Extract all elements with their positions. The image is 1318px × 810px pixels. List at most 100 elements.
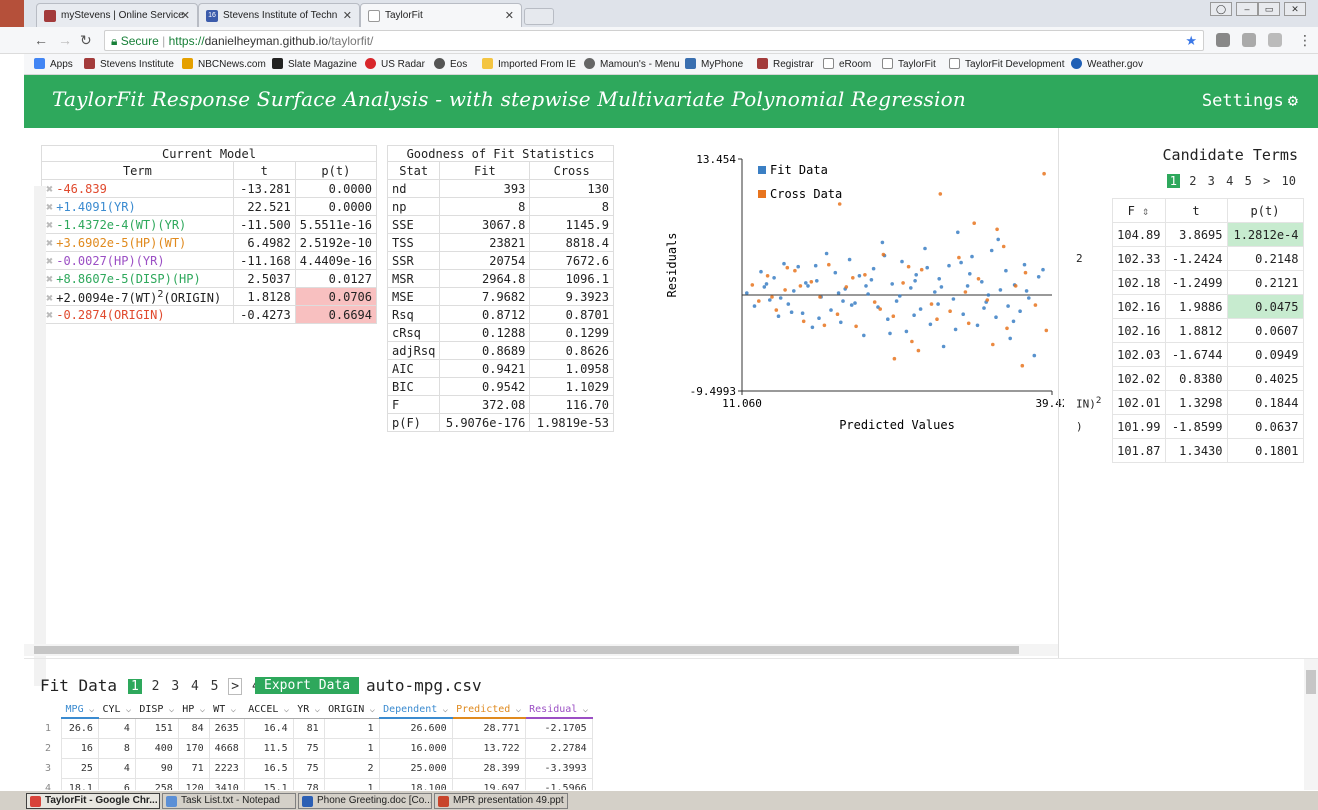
tab-taylorfit[interactable]: TaylorFit ✕ <box>360 3 522 27</box>
remove-term-icon[interactable]: ✖ <box>46 218 53 232</box>
candidate-row[interactable]: ) 101.99 -1.8599 0.0637 <box>1076 414 1304 439</box>
data-column-header[interactable]: Residual ⌵ <box>525 702 593 719</box>
candidate-term-cell[interactable]: IN)2 <box>1076 391 1112 415</box>
remove-term-icon[interactable]: ✖ <box>46 272 53 286</box>
page-1-button[interactable]: 1 <box>128 679 142 694</box>
url-bar[interactable]: 🔒︎ Secure | https://danielheyman.github.… <box>104 30 1204 51</box>
remove-term-icon[interactable]: ✖ <box>46 236 53 250</box>
bookmark-us-radar[interactable]: US Radar <box>365 58 425 70</box>
left-scrollbar[interactable] <box>34 186 46 686</box>
remove-term-icon[interactable]: ✖ <box>46 308 53 322</box>
back-arrow-icon[interactable]: ← <box>34 32 48 48</box>
candidate-term-cell[interactable] <box>1076 223 1112 247</box>
bookmark-weather[interactable]: Weather.gov <box>1071 58 1143 70</box>
chevron-down-icon[interactable]: ⌵ <box>84 705 94 715</box>
horizontal-scrollbar[interactable] <box>24 644 1058 656</box>
close-window-button[interactable]: ✕ <box>1284 2 1306 16</box>
bookmark-myphone[interactable]: MyPhone <box>685 58 743 70</box>
data-column-header[interactable]: Predicted ⌵ <box>452 702 526 719</box>
close-tab-icon[interactable]: ✕ <box>505 9 514 22</box>
chevron-down-icon[interactable]: ⌵ <box>309 705 320 715</box>
chevron-down-icon[interactable]: ⌵ <box>437 705 448 715</box>
page-3-button[interactable]: 3 <box>1206 174 1217 188</box>
candidate-row[interactable]: 102.03 -1.6744 0.0949 <box>1076 342 1304 367</box>
bookmark-imported-from-ie[interactable]: Imported From IE <box>482 58 576 70</box>
page-2-button[interactable]: 2 <box>1187 174 1198 188</box>
data-column-header[interactable]: ORIGIN ⌵ <box>324 702 380 719</box>
page-4-button[interactable]: 4 <box>1224 174 1235 188</box>
bookmark-eos[interactable]: Eos <box>434 58 467 70</box>
extension-icon[interactable] <box>1216 33 1230 47</box>
taskbar-notepad[interactable]: Task List.txt - Notepad <box>162 793 296 809</box>
tab-stevens-institute[interactable]: 16 Stevens Institute of Techn ✕ <box>198 3 360 27</box>
next-page-button[interactable]: > <box>228 678 243 695</box>
column-header-f[interactable]: F ⇕ <box>1111 198 1166 223</box>
candidate-term-cell[interactable] <box>1076 439 1112 463</box>
chevron-down-icon[interactable]: ⌵ <box>510 705 521 715</box>
chevron-down-icon[interactable]: ⌵ <box>225 705 236 715</box>
export-data-button[interactable]: Export Data <box>255 677 360 694</box>
remove-term-icon[interactable]: ✖ <box>46 200 53 214</box>
bookmark-registrar[interactable]: Registrar <box>757 58 814 70</box>
candidate-term-cell[interactable]: 2 <box>1076 247 1112 271</box>
candidate-term-cell[interactable] <box>1076 343 1112 367</box>
forward-arrow-icon[interactable]: → <box>58 32 72 48</box>
candidate-term-cell[interactable] <box>1076 319 1112 343</box>
user-profile-button[interactable]: ◯ <box>1210 2 1232 16</box>
data-column-header[interactable]: HP ⌵ <box>178 702 210 719</box>
page-4-button[interactable]: 4 <box>189 679 201 694</box>
chevron-down-icon[interactable]: ⌵ <box>121 705 131 715</box>
candidate-row[interactable]: 104.89 3.8695 1.2812e-4 <box>1076 222 1304 247</box>
candidate-row[interactable]: 102.18 -1.2499 0.2121 <box>1076 270 1304 295</box>
candidate-row[interactable]: 2 102.33 -1.2424 0.2148 <box>1076 246 1304 271</box>
taskbar-word[interactable]: Phone Greeting.doc [Co... <box>298 793 432 809</box>
bookmark-taylorfit[interactable]: TaylorFit <box>882 58 936 70</box>
bookmark-mamouns[interactable]: Mamoun's - Menu <box>584 58 680 70</box>
remove-term-icon[interactable]: ✖ <box>46 291 53 305</box>
vertical-scrollbar[interactable] <box>1304 659 1318 790</box>
bookmark-apps[interactable]: Apps <box>34 58 73 70</box>
reload-icon[interactable]: ↻ <box>80 32 92 49</box>
bookmark-eroom[interactable]: eRoom <box>823 58 871 70</box>
close-tab-icon[interactable]: ✕ <box>181 9 190 22</box>
candidate-row[interactable]: IN)2 102.01 1.3298 0.1844 <box>1076 390 1304 415</box>
page-3-button[interactable]: 3 <box>169 679 181 694</box>
bookmark-star-icon[interactable]: ★ <box>1185 33 1197 49</box>
data-column-header[interactable]: Dependent ⌵ <box>379 702 453 719</box>
bookmark-slate[interactable]: Slate Magazine <box>272 58 357 70</box>
tab-mystevens[interactable]: myStevens | Online Service ✕ <box>36 3 198 27</box>
scrollbar-thumb[interactable] <box>34 646 1019 654</box>
data-column-header[interactable]: MPG ⌵ <box>61 702 99 719</box>
bookmark-taylorfit-development[interactable]: TaylorFit Development <box>949 58 1064 70</box>
taskbar-powerpoint[interactable]: MPR presentation 49.ppt ... <box>434 793 568 809</box>
extension-icon[interactable] <box>1242 33 1256 47</box>
data-column-header[interactable]: ACCEL ⌵ <box>244 702 294 719</box>
candidate-term-cell[interactable]: ) <box>1076 415 1112 439</box>
data-column-header[interactable]: WT ⌵ <box>209 702 245 719</box>
bookmark-stevens[interactable]: Stevens Institute <box>84 58 174 70</box>
data-column-header[interactable]: CYL ⌵ <box>98 702 136 719</box>
next-page-button[interactable]: > <box>1261 174 1272 188</box>
candidate-row[interactable]: 101.87 1.3430 0.1801 <box>1076 438 1304 463</box>
chevron-down-icon[interactable]: ⌵ <box>278 705 289 715</box>
chevron-down-icon[interactable]: ⌵ <box>163 705 174 715</box>
chevron-down-icon[interactable]: ⌵ <box>577 705 588 715</box>
close-tab-icon[interactable]: ✕ <box>343 9 352 22</box>
data-column-header[interactable]: DISP ⌵ <box>135 702 179 719</box>
page-2-button[interactable]: 2 <box>150 679 162 694</box>
last-page-button[interactable]: 10 <box>1280 174 1298 188</box>
candidate-term-cell[interactable] <box>1076 367 1112 391</box>
data-column-header[interactable]: YR ⌵ <box>293 702 325 719</box>
candidate-term-cell[interactable] <box>1076 295 1112 319</box>
page-5-button[interactable]: 5 <box>209 679 221 694</box>
taskbar-chrome[interactable]: TaylorFit - Google Chr... <box>26 793 160 809</box>
remove-term-icon[interactable]: ✖ <box>46 254 53 268</box>
new-tab-button[interactable] <box>524 8 554 25</box>
scrollbar-thumb[interactable] <box>1306 670 1316 694</box>
chevron-down-icon[interactable]: ⌵ <box>364 705 375 715</box>
extension-icon[interactable] <box>1268 33 1282 47</box>
settings-button[interactable]: Settings ⚙ <box>1202 91 1298 111</box>
candidate-row[interactable]: 102.16 1.9886 0.0475 <box>1076 294 1304 319</box>
bookmark-nbcnews[interactable]: NBCNews.com <box>182 58 266 70</box>
maximize-button[interactable]: ▭ <box>1258 2 1280 16</box>
